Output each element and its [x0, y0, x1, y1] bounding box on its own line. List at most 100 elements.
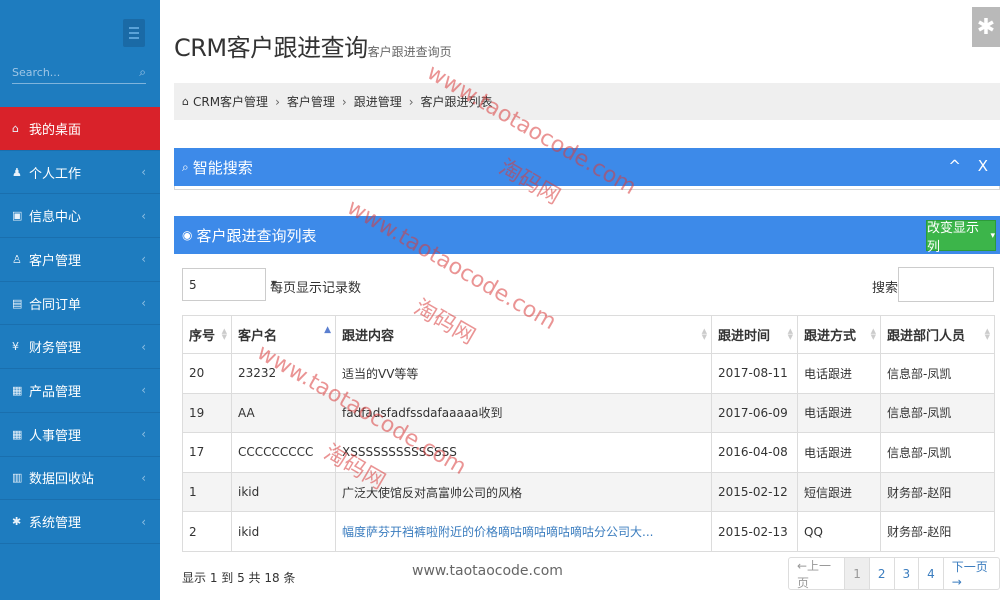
main-content: CRM客户跟进查询客户跟进查询页 ✱ ⌂ CRM客户管理 › 客户管理 › 跟进… [160, 0, 1000, 600]
chevron-left-icon: ‹ [141, 165, 146, 180]
smart-search-title: 智能搜索 [192, 158, 253, 177]
sidebar-item-2[interactable]: ▣ 信息中心 ‹ [0, 194, 160, 239]
table-cell: 23232 [231, 353, 336, 394]
sort-icon: ▲ ▼ [984, 327, 990, 341]
table-cell: 2017-08-11 [711, 353, 798, 394]
col-header-method[interactable]: 跟进方式 ▲ ▼ [797, 315, 881, 354]
sidebar: ⌕ ⌂ 我的桌面 ♟ 个人工作 ‹ ▣ 信息中心 ‹ ♙ 客户管理 ‹ ▤ 合同订单 ‹ ¥ 财务管理 ‹ ▦ 产品… [0, 0, 160, 600]
sidebar-item-3[interactable]: ♙ 客户管理 ‹ [0, 238, 160, 282]
inbox-icon: ▣ [12, 209, 23, 223]
table-cell: 财务部-赵阳 [880, 511, 995, 552]
list-panel-header: ◉ 客户跟进查询列表 改变显示列 ▾ [174, 216, 1000, 255]
next-page-button[interactable]: 下一页→ [942, 558, 999, 589]
table-cell: 信息部-凤凯 [880, 353, 995, 394]
sidebar-item-label: 客户管理 [29, 253, 82, 269]
menu-toggle-button[interactable] [123, 19, 145, 47]
table-row[interactable]: 1 ikid 广泛大使馆反对高富帅公司的风格 2015-02-12 短信跟进 财务部-赵阳 [182, 471, 995, 513]
page-button-1[interactable]: 1 [844, 558, 869, 589]
table-row[interactable]: 2 ikid 幅度萨芬开裆裤啦附近的价格嘀咕嘀咕嘀咕嘀咕分公司大... 2015-02… [182, 511, 995, 552]
table-cell: fadfadsfadfssdafaaaaa收到 [335, 392, 712, 434]
sidebar-item-8[interactable]: ▥ 数据回收站 ‹ [0, 457, 160, 501]
chevron-left-icon: ‹ [141, 514, 146, 529]
sidebar-item-label: 个人工作 [29, 166, 82, 182]
sidebar-search: ⌕ [12, 62, 146, 84]
sort-icon: ▲ ▼ [787, 327, 793, 341]
sidebar-item-9[interactable]: ✱ 系统管理 ‹ [0, 500, 160, 544]
table-cell: ikid [231, 511, 336, 552]
page-length-value: 5 [189, 277, 197, 292]
breadcrumb-separator: › [341, 94, 347, 109]
book-icon: ▤ [12, 296, 23, 310]
page-button-4[interactable]: 4 [918, 558, 943, 589]
sidebar-item-7[interactable]: ▦ 人事管理 ‹ [0, 413, 160, 457]
breadcrumb-separator: › [275, 94, 280, 109]
table-cell: 信息部-凤凯 [880, 392, 995, 434]
table-cell: 广泛大使馆反对高富帅公司的风格 [335, 471, 712, 513]
sidebar-item-6[interactable]: ▦ 产品管理 ‹ [0, 369, 160, 413]
sidebar-item-label: 我的桌面 [29, 122, 82, 138]
table-info: 显示 1 到 5 共 18 条 [182, 571, 296, 585]
home-icon: ⌂ [182, 95, 189, 108]
sidebar-item-0[interactable]: ⌂ 我的桌面 [0, 107, 160, 151]
page-title-text: CRM客户跟进查询 [174, 34, 368, 62]
followup-table: 序号 ▲ ▼ 客户名 ▲ 跟进内容 ▲ ▼ 跟进时间 ▲ ▼ 跟进方式 ▲ ▼ 跟进部门人员 ▲ ▼ … [182, 315, 995, 552]
breadcrumb-separator: › [408, 94, 414, 109]
smart-search-panel-header[interactable]: ⌕ 智能搜索 ^ X [174, 148, 1000, 186]
breadcrumb-item[interactable]: 客户管理 [287, 93, 335, 110]
sort-icon: ▲ ▼ [870, 327, 876, 341]
breadcrumb: ⌂ CRM客户管理 › 客户管理 › 跟进管理 › 客户跟进列表 [174, 83, 1000, 120]
chevron-left-icon: ‹ [141, 470, 146, 485]
sort-icon: ▲ ▼ [221, 327, 227, 341]
page-length-select[interactable]: 5 ▼ [182, 268, 277, 301]
table-search-input[interactable] [898, 267, 994, 302]
change-columns-button[interactable]: 改变显示列 ▾ [926, 220, 996, 255]
person-icon: ♙ [12, 252, 22, 266]
table-row[interactable]: 20 23232 适当的VV等等 2017-08-11 电话跟进 信息部-凤凯 [182, 353, 995, 394]
page-title: CRM客户跟进查询客户跟进查询页 [174, 28, 452, 63]
table-cell: 20 [182, 353, 232, 394]
sidebar-nav: ⌂ 我的桌面 ♟ 个人工作 ‹ ▣ 信息中心 ‹ ♙ 客户管理 ‹ ▤ 合同订单 ‹ ¥ 财务管理 ‹ ▦ 产品管理… [0, 107, 160, 544]
table-cell: 适当的VV等等 [335, 353, 712, 394]
sidebar-item-5[interactable]: ¥ 财务管理 ‹ [0, 325, 160, 370]
breadcrumb-item[interactable]: CRM客户管理 [193, 93, 268, 110]
table-row[interactable]: 17 CCCCCCCCC XSSSSSSSSSSSSSS 2016-04-08 电话跟进… [182, 432, 995, 473]
user-icon: ♟ [12, 165, 22, 179]
sidebar-item-label: 财务管理 [29, 341, 82, 357]
table-cell: 2015-02-13 [711, 511, 798, 552]
page-button-3[interactable]: 3 [893, 558, 919, 589]
grid-icon: ▦ [12, 427, 23, 441]
col-header-time[interactable]: 跟进时间 ▲ ▼ [711, 315, 798, 354]
sidebar-item-label: 信息中心 [29, 210, 82, 226]
col-header-staff[interactable]: 跟进部门人员 ▲ ▼ [880, 315, 995, 354]
chevron-left-icon: ‹ [141, 427, 146, 442]
table-cell: 财务部-赵阳 [880, 471, 995, 513]
panel-tools[interactable]: ^ X [948, 157, 994, 175]
col-header-index[interactable]: 序号 ▲ ▼ [182, 315, 232, 354]
sidebar-search-input[interactable] [12, 62, 122, 82]
sidebar-top: ⌕ [0, 0, 160, 107]
chevron-left-icon: ‹ [141, 383, 146, 398]
prev-page-button[interactable]: ←上一页 [789, 558, 844, 590]
col-header-content[interactable]: 跟进内容 ▲ ▼ [335, 315, 712, 354]
chevron-down-icon: ▾ [990, 230, 995, 241]
page-button-2[interactable]: 2 [868, 558, 894, 589]
table-cell: 2015-02-12 [711, 471, 798, 513]
table-cell: 幅度萨芬开裆裤啦附近的价格嘀咕嘀咕嘀咕嘀咕分公司大... [335, 511, 712, 552]
table-cell: 信息部-凤凯 [880, 432, 995, 473]
breadcrumb-item[interactable]: 跟进管理 [354, 93, 402, 110]
sidebar-item-label: 数据回收站 [29, 472, 95, 488]
table-row[interactable]: 19 AA fadfadsfadfssdafaaaaa收到 2017-06-09 电话跟… [182, 392, 995, 434]
trash-icon: ▥ [12, 471, 23, 485]
globe-icon: ◉ [182, 228, 193, 242]
table-cell: 电话跟进 [797, 432, 881, 473]
search-icon[interactable]: ⌕ [139, 65, 146, 80]
table-cell: 17 [182, 432, 232, 473]
sidebar-item-4[interactable]: ▤ 合同订单 ‹ [0, 282, 160, 326]
sidebar-item-1[interactable]: ♟ 个人工作 ‹ [0, 151, 160, 195]
chevron-left-icon: ‹ [141, 339, 146, 354]
col-header-customer[interactable]: 客户名 ▲ [231, 315, 336, 354]
sidebar-item-label: 人事管理 [29, 428, 82, 444]
table-cell: 电话跟进 [797, 392, 881, 434]
settings-gear-icon[interactable]: ✱ [972, 7, 1000, 47]
change-columns-label: 改变显示列 [927, 220, 980, 255]
